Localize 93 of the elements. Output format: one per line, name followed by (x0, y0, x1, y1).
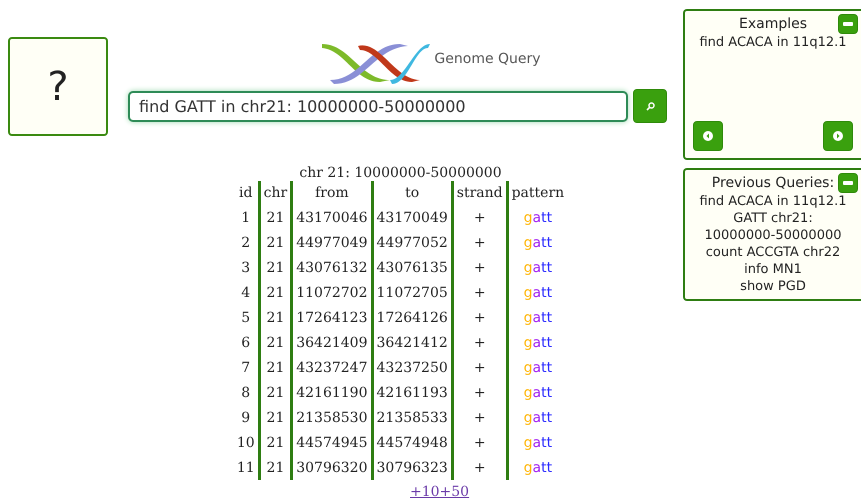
table-cell: + (452, 280, 508, 305)
table-cell: 2 (234, 230, 260, 255)
table-cell: 8 (234, 380, 260, 405)
table-cell: 44574945 (292, 430, 372, 455)
table-cell: 43076135 (372, 255, 452, 280)
logo-title: Genome Query (434, 51, 541, 67)
pattern-cell: gatt (507, 430, 568, 455)
minus-icon (843, 22, 853, 26)
table-cell: 30796323 (372, 455, 452, 480)
table-cell: 7 (234, 355, 260, 380)
table-cell: 4 (234, 280, 260, 305)
table-cell: 21 (259, 330, 292, 355)
column-header: chr (259, 181, 292, 205)
help-box[interactable]: ? (8, 37, 108, 136)
table-cell: 1 (234, 205, 260, 230)
table-cell: 42161190 (292, 380, 372, 405)
example-query[interactable]: find ACACA in 11q12.1 (685, 34, 861, 51)
pattern-cell: gatt (507, 230, 568, 255)
column-header: id (234, 181, 260, 205)
table-cell: 21 (259, 355, 292, 380)
table-cell: 21 (259, 255, 292, 280)
more-results-link[interactable]: +50 (440, 484, 470, 500)
previous-button[interactable] (693, 121, 723, 151)
pattern-cell: gatt (507, 205, 568, 230)
table-cell: 10 (234, 430, 260, 455)
panel-title: Previous Queries: (712, 174, 834, 193)
column-header: strand (452, 181, 508, 205)
panel-title: Examples (738, 15, 808, 34)
next-button[interactable] (823, 121, 853, 151)
pattern-cell: gatt (507, 255, 568, 280)
pattern-cell: gatt (507, 280, 568, 305)
table-cell: 21 (259, 305, 292, 330)
column-header: from (292, 181, 372, 205)
pattern-cell: gatt (507, 355, 568, 380)
table-cell: 21 (259, 455, 292, 480)
minus-icon (843, 181, 853, 185)
table-cell: 36421412 (372, 330, 452, 355)
table-cell: 21 (259, 380, 292, 405)
table-cell: 43076132 (292, 255, 372, 280)
previous-query[interactable]: show PGD (726, 278, 820, 295)
previous-query[interactable]: count ACCGTA chr22 (692, 244, 854, 261)
collapse-button[interactable] (838, 14, 858, 34)
table-cell: 11072705 (372, 280, 452, 305)
table-cell: + (452, 255, 508, 280)
table-cell: 11072702 (292, 280, 372, 305)
pattern-cell: gatt (507, 455, 568, 480)
search-button[interactable] (633, 89, 667, 123)
table-cell: 43170046 (292, 205, 372, 230)
table-cell: + (452, 430, 508, 455)
table-cell: + (452, 405, 508, 430)
table-cell: 21 (259, 230, 292, 255)
table-cell: 42161193 (372, 380, 452, 405)
table-cell: + (452, 230, 508, 255)
table-cell: 21 (259, 405, 292, 430)
pattern-cell: gatt (507, 380, 568, 405)
table-cell: 44574948 (372, 430, 452, 455)
table-cell: + (452, 330, 508, 355)
table-cell: 21 (259, 280, 292, 305)
pattern-cell: gatt (507, 305, 568, 330)
results-caption: chr 21: 10000000-50000000 (298, 165, 503, 181)
table-cell: + (452, 380, 508, 405)
table-cell: 17264126 (372, 305, 452, 330)
table-cell: 9 (234, 405, 260, 430)
previous-query[interactable]: find ACACA in 11q12.1 (685, 193, 861, 210)
table-cell: 6 (234, 330, 260, 355)
column-header: pattern (507, 181, 568, 205)
table-cell: 43237250 (372, 355, 452, 380)
table-cell: 21 (259, 205, 292, 230)
table-cell: 17264123 (292, 305, 372, 330)
table-cell: 43170049 (372, 205, 452, 230)
more-results-link[interactable]: +10 (410, 484, 440, 500)
table-cell: 21358530 (292, 405, 372, 430)
search-field[interactable]: find GATT in chr21: 10000000-50000000 (128, 90, 628, 122)
table-cell: + (452, 355, 508, 380)
search-icon (646, 102, 654, 110)
table-cell: 36421409 (292, 330, 372, 355)
table-cell: 44977049 (292, 230, 372, 255)
table-cell: 43237247 (292, 355, 372, 380)
table-cell: 11 (234, 455, 260, 480)
column-header: to (372, 181, 452, 205)
table-cell: 30796320 (292, 455, 372, 480)
table-cell: 3 (234, 255, 260, 280)
table-cell: 21 (259, 430, 292, 455)
table-cell: 44977052 (372, 230, 452, 255)
table-cell: + (452, 205, 508, 230)
table-cell: + (452, 305, 508, 330)
table-cell: + (452, 455, 508, 480)
table-cell: 21358533 (372, 405, 452, 430)
pattern-cell: gatt (507, 330, 568, 355)
collapse-button[interactable] (838, 173, 858, 193)
previous-query[interactable]: info MN1 (730, 261, 816, 278)
table-cell: 5 (234, 305, 260, 330)
pattern-cell: gatt (507, 405, 568, 430)
